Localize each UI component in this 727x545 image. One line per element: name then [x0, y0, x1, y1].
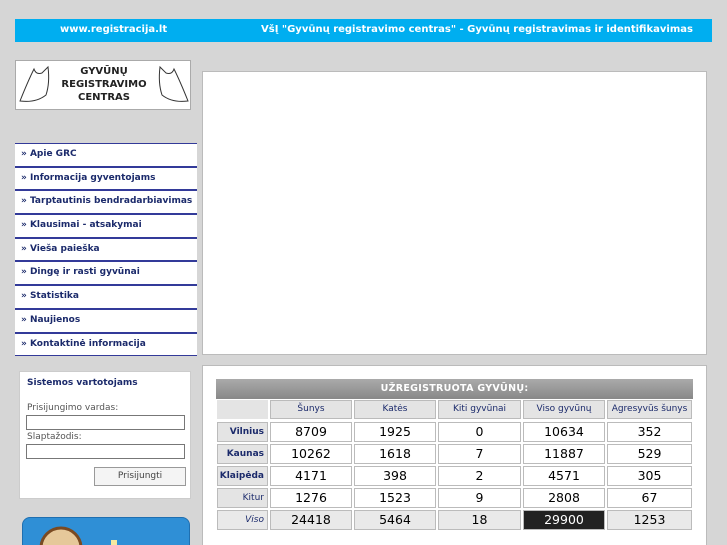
- login-box: Sistemos vartotojams Prisijungimo vardas…: [19, 371, 191, 499]
- table-cell: 18: [438, 510, 521, 530]
- login-title: Sistemos vartotojams: [27, 378, 138, 388]
- table-row: Kitur 1276 1523 9 2808 67: [216, 487, 693, 509]
- table-cell: 24418: [270, 510, 352, 530]
- corner-cell: [217, 400, 268, 419]
- table-cell: 398: [354, 466, 436, 486]
- table-cell: 67: [607, 488, 692, 508]
- table-cell: 9: [438, 488, 521, 508]
- col-header: Kiti gyvūnai: [438, 400, 521, 419]
- menu-item-lost[interactable]: » Dingę ir rasti gyvūnai: [15, 261, 197, 286]
- password-input[interactable]: [26, 444, 185, 459]
- total-row: Viso 24418 5464 18 29900 1253: [216, 509, 693, 531]
- table-cell: 11887: [523, 444, 605, 464]
- promo-banner[interactable]: [22, 517, 190, 545]
- row-label: Kitur: [217, 488, 268, 508]
- table-cell: 529: [607, 444, 692, 464]
- table-cell: 305: [607, 466, 692, 486]
- menu-item-info[interactable]: » Informacija gyventojams: [15, 166, 197, 191]
- col-header: Šunys: [270, 400, 352, 419]
- menu-item-faq[interactable]: » Klausimai - atsakymai: [15, 214, 197, 238]
- table-row: Klaipėda 4171 398 2 4571 305: [216, 465, 693, 487]
- logo[interactable]: GYVŪNŲ REGISTRAVIMO CENTRAS: [15, 60, 191, 110]
- table-cell: 1276: [270, 488, 352, 508]
- row-label: Viso: [217, 510, 268, 530]
- table-cell: 10634: [523, 422, 605, 442]
- table-cell: 352: [607, 422, 692, 442]
- table-cell: 7: [438, 444, 521, 464]
- col-header: Katės: [354, 400, 436, 419]
- banner-area: [202, 71, 707, 355]
- table-cell: 5464: [354, 510, 436, 530]
- table-cell: 4171: [270, 466, 352, 486]
- login-button[interactable]: Prisijungti: [94, 467, 186, 486]
- table-row: Vilnius 8709 1925 0 10634 352: [216, 421, 693, 443]
- table-cell: 1925: [354, 422, 436, 442]
- table-cell: 1523: [354, 488, 436, 508]
- row-label: Kaunas: [217, 444, 268, 464]
- stats-table: UŽREGISTRUOTA GYVŪNŲ: Šunys Katės Kiti g…: [216, 379, 693, 531]
- table-cell: 0: [438, 422, 521, 442]
- table-cell: 1253: [607, 510, 692, 530]
- top-bar: www.registracija.lt VšĮ "Gyvūnų registra…: [15, 19, 712, 42]
- menu-item-intl[interactable]: » Tarptautinis bendradarbiavimas: [15, 190, 197, 215]
- table-cell: 1618: [354, 444, 436, 464]
- table-row: Kaunas 10262 1618 7 11887 529: [216, 443, 693, 465]
- row-label: Klaipėda: [217, 466, 268, 486]
- menu-item-stats[interactable]: » Statistika: [15, 285, 197, 309]
- col-header: Viso gyvūnų: [523, 400, 605, 419]
- sidebar-menu: » Apie GRC » Informacija gyventojams » T…: [15, 143, 197, 357]
- table-cell: 10262: [270, 444, 352, 464]
- site-url[interactable]: www.registracija.lt: [60, 24, 167, 35]
- logo-text: GYVŪNŲ REGISTRAVIMO CENTRAS: [61, 66, 147, 103]
- menu-item-contacts[interactable]: » Kontaktinė informacija: [15, 332, 197, 357]
- password-label: Slaptažodis:: [27, 432, 82, 442]
- table-cell: 4571: [523, 466, 605, 486]
- table-cell: 2: [438, 466, 521, 486]
- org-title: VšĮ "Gyvūnų registravimo centras" - Gyvū…: [261, 24, 693, 35]
- total-highlight-cell: 29900: [523, 510, 605, 530]
- menu-item-search[interactable]: » Viešа paieška: [15, 237, 197, 262]
- menu-item-news[interactable]: » Naujienos: [15, 308, 197, 333]
- table-cell: 2808: [523, 488, 605, 508]
- username-label: Prisijungimo vardas:: [27, 403, 119, 413]
- username-input[interactable]: [26, 415, 185, 430]
- row-label: Vilnius: [217, 422, 268, 442]
- stats-title: UŽREGISTRUOTA GYVŪNŲ:: [216, 379, 693, 399]
- stats-header-row: Šunys Katės Kiti gyvūnai Viso gyvūnų Agr…: [216, 399, 693, 421]
- table-cell: 8709: [270, 422, 352, 442]
- pet-icon: [39, 526, 117, 545]
- col-header: Agresyvūs šunys: [607, 400, 692, 419]
- menu-item-apie[interactable]: » Apie GRC: [15, 143, 197, 167]
